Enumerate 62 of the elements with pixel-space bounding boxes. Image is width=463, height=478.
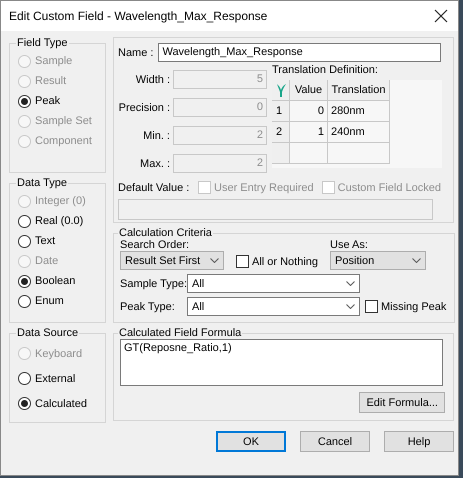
column-header[interactable]: Translation bbox=[328, 80, 390, 101]
dropdown[interactable]: All bbox=[187, 297, 360, 316]
group-label: Field Type bbox=[16, 37, 69, 49]
radio-button[interactable] bbox=[18, 274, 31, 288]
table-cell: 1 bbox=[290, 122, 328, 143]
dialog-button[interactable]: Help bbox=[384, 431, 454, 452]
group-label: Data Type bbox=[16, 177, 68, 189]
field-label: Default Value : bbox=[118, 182, 190, 194]
checkbox[interactable] bbox=[236, 255, 249, 268]
formula-field[interactable]: GT(Reposne_Ratio,1) bbox=[120, 339, 443, 386]
caret-icon bbox=[412, 258, 422, 263]
radio-label[interactable]: Boolean bbox=[35, 275, 76, 287]
radio-button[interactable] bbox=[18, 94, 31, 108]
name-field[interactable]: Wavelength_Max_Response bbox=[158, 43, 441, 62]
plant-icon[interactable] bbox=[274, 82, 286, 98]
edit-formula-button[interactable]: Edit Formula... bbox=[359, 392, 445, 413]
dropdown[interactable]: Position bbox=[330, 251, 426, 270]
close-icon[interactable] bbox=[434, 9, 448, 23]
field-label: Width : bbox=[134, 74, 170, 86]
radio-label[interactable]: Text bbox=[35, 235, 56, 247]
radio-button[interactable] bbox=[18, 397, 31, 410]
group-label: Calculated Field Formula bbox=[118, 327, 242, 339]
dialog-button[interactable]: Cancel bbox=[300, 431, 370, 452]
radio-label[interactable]: Peak bbox=[35, 95, 60, 107]
checkbox-label[interactable]: Missing Peak bbox=[381, 300, 446, 312]
field-label: Search Order: bbox=[120, 239, 190, 251]
dropdown[interactable]: Result Set First bbox=[120, 251, 224, 270]
dialog-button[interactable]: OK bbox=[216, 431, 286, 452]
caret-icon bbox=[346, 281, 355, 286]
column-header[interactable]: Value bbox=[290, 80, 328, 101]
row-header[interactable]: 1 bbox=[272, 101, 290, 122]
table-cell: 280nm bbox=[328, 101, 390, 122]
radio-label[interactable]: External bbox=[35, 372, 76, 384]
radio-label[interactable]: Enum bbox=[35, 295, 64, 307]
radio-label[interactable]: Calculated bbox=[35, 398, 87, 410]
radio-button[interactable] bbox=[18, 214, 31, 228]
radio-button[interactable] bbox=[18, 234, 31, 248]
row-header[interactable] bbox=[272, 143, 290, 164]
radio-button[interactable] bbox=[18, 372, 31, 385]
group-label: Calculation Criteria bbox=[118, 227, 213, 239]
field-label: Sample Type: bbox=[120, 278, 185, 290]
field-label: Max. : bbox=[139, 158, 170, 170]
row-header[interactable]: 2 bbox=[272, 122, 290, 143]
window-title: Edit Custom Field - Wavelength_Max_Response bbox=[9, 9, 268, 23]
table-cell bbox=[290, 143, 328, 164]
table-cell: 0 bbox=[290, 101, 328, 122]
checkbox[interactable] bbox=[365, 300, 378, 313]
checkbox-label[interactable]: All or Nothing bbox=[252, 256, 318, 268]
table-cell bbox=[328, 143, 390, 164]
caret-icon bbox=[346, 304, 355, 309]
caret-icon bbox=[210, 258, 219, 263]
field-label: Precision : bbox=[118, 102, 170, 114]
table-cell: 240nm bbox=[328, 122, 390, 143]
radio-button[interactable] bbox=[18, 294, 31, 308]
field-label: Use As: bbox=[330, 239, 369, 251]
field-label: Min. : bbox=[142, 130, 170, 142]
field-label: Name : bbox=[118, 46, 154, 58]
field-label: Peak Type: bbox=[120, 300, 176, 312]
group-label: Data Source bbox=[16, 327, 80, 339]
section-label: Translation Definition: bbox=[272, 64, 379, 78]
radio-label[interactable]: Real (0.0) bbox=[35, 215, 84, 227]
dropdown[interactable]: All bbox=[187, 274, 360, 293]
